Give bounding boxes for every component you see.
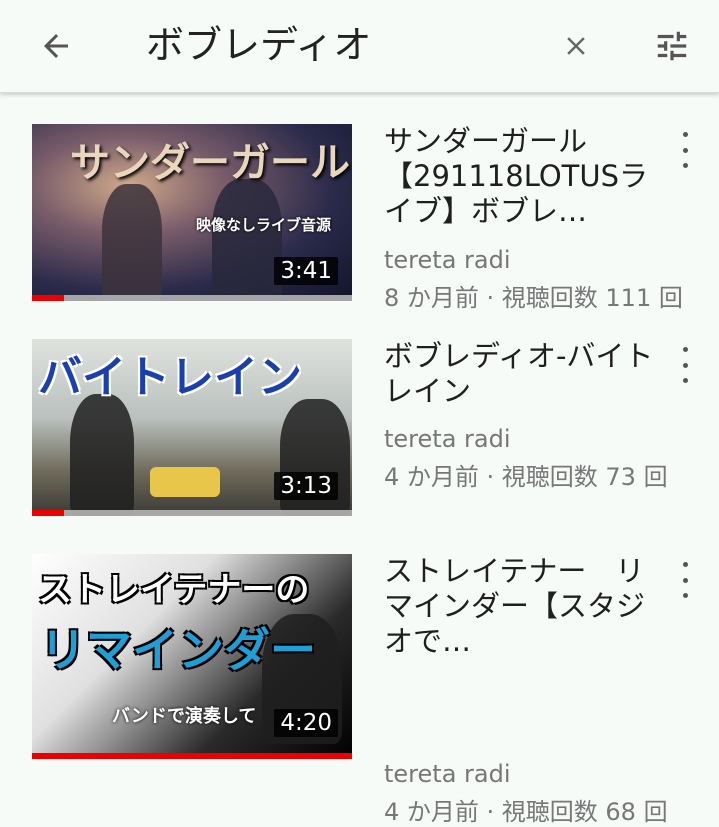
video-thumbnail[interactable]: サンダーガール 映像なしライブ音源 3:41 bbox=[32, 124, 352, 301]
arrow-back-icon bbox=[44, 34, 68, 58]
duration-badge: 3:13 bbox=[274, 472, 338, 500]
video-title[interactable]: サンダーガール【291118LOTUSライブ】ボブレ… bbox=[384, 124, 654, 229]
more-vert-icon bbox=[682, 562, 688, 567]
thumbnail-title-text: バイトレイン bbox=[38, 352, 302, 403]
more-vert-icon bbox=[682, 132, 688, 137]
video-thumbnail[interactable]: ストレイテナーの リマインダー バンドで演奏して 4:20 bbox=[32, 554, 352, 759]
channel-name: tereta radi bbox=[384, 246, 511, 274]
back-button[interactable] bbox=[28, 18, 84, 74]
thumbnail-title-text: ストレイテナーの bbox=[38, 570, 310, 610]
more-options-button[interactable] bbox=[674, 562, 696, 598]
thumbnail-performer bbox=[212, 179, 282, 301]
filter-button[interactable] bbox=[644, 18, 700, 74]
video-result-item[interactable]: バイトレイン 3:13 ボブレディオ-バイトレイン tereta radi 4 … bbox=[0, 307, 719, 522]
video-meta: 4 か月前 · 視聴回数 73 回 bbox=[384, 463, 668, 491]
video-thumbnail[interactable]: バイトレイン 3:13 bbox=[32, 339, 352, 516]
channel-name: tereta radi bbox=[384, 425, 511, 453]
video-result-item[interactable]: サンダーガール 映像なしライブ音源 3:41 サンダーガール【291118LOT… bbox=[0, 92, 719, 312]
thumbnail-title-text-2: リマインダー bbox=[40, 623, 316, 677]
video-result-item[interactable]: ストレイテナーの リマインダー バンドで演奏して 4:20 ストレイテナー リマ… bbox=[0, 522, 719, 826]
video-title[interactable]: ボブレディオ-バイトレイン bbox=[384, 339, 654, 409]
thumbnail-drums bbox=[150, 467, 220, 497]
watch-progress-bar bbox=[32, 295, 352, 301]
channel-name: tereta radi bbox=[384, 760, 511, 788]
thumbnail-subtitle-text: 映像なしライブ音源 bbox=[196, 216, 332, 234]
watch-progress-bar bbox=[32, 753, 352, 759]
search-query[interactable]: ボブレディオ bbox=[146, 20, 371, 70]
video-title[interactable]: ストレイテナー リマインダー【スタジオで… bbox=[384, 554, 654, 659]
more-options-button[interactable] bbox=[674, 132, 696, 168]
video-meta: 4 か月前 · 視聴回数 68 回 bbox=[384, 798, 668, 826]
thumbnail-title-text: サンダーガール bbox=[70, 140, 350, 186]
duration-badge: 4:20 bbox=[274, 709, 338, 737]
tune-icon bbox=[657, 31, 687, 61]
more-options-button[interactable] bbox=[674, 347, 696, 383]
close-icon bbox=[567, 37, 585, 55]
more-vert-icon bbox=[682, 347, 688, 352]
search-toolbar: ボブレディオ bbox=[0, 0, 719, 93]
watch-progress-bar bbox=[32, 510, 352, 516]
thumbnail-subtitle-text: バンドで演奏して bbox=[112, 706, 257, 727]
thumbnail-performer bbox=[70, 394, 134, 516]
duration-badge: 3:41 bbox=[274, 257, 338, 285]
clear-search-button[interactable] bbox=[548, 18, 604, 74]
thumbnail-performer bbox=[102, 184, 162, 301]
